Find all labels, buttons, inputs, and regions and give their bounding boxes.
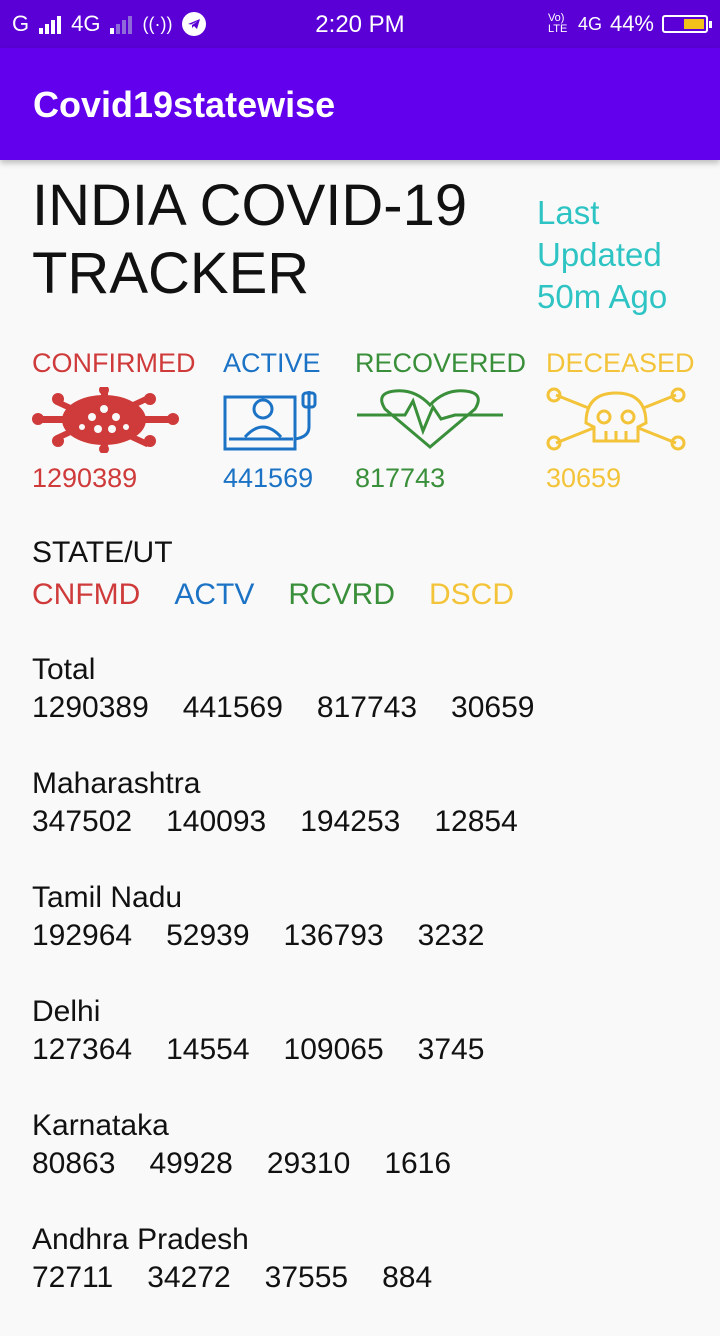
stat-active: ACTIVE 441569 — [223, 348, 323, 494]
active-count: 34272 — [147, 1261, 231, 1294]
active-count: 49928 — [149, 1147, 233, 1180]
confirmed-count: 347502 — [32, 805, 133, 838]
confirmed-count: 127364 — [32, 1033, 133, 1066]
stat-deceased-value: 30659 — [546, 463, 622, 493]
stat-recovered-value: 817743 — [355, 463, 446, 493]
state-numbers: 72711 34272 37555 884 — [32, 1258, 712, 1298]
stat-confirmed-value: 1290389 — [32, 463, 138, 493]
deceased-count: 12854 — [434, 805, 518, 838]
page-title: INDIA COVID-19 TRACKER — [32, 173, 468, 306]
confirmed-count: 80863 — [32, 1147, 116, 1180]
stat-confirmed-label: CONFIRMED — [32, 348, 196, 378]
list-item[interactable]: Total 1290389 441569 817743 30659 — [32, 652, 712, 766]
column-legend: CNFMD ACTV RCVRD DSCD — [32, 578, 514, 612]
list-item[interactable]: Maharashtra 347502 140093 194253 12854 — [32, 766, 712, 880]
status-right: Vo) LTE 4G 44% — [547, 11, 712, 37]
list-item[interactable]: Delhi 127364 14554 109065 3745 — [32, 994, 712, 1108]
deceased-count: 884 — [382, 1261, 433, 1294]
battery-percent: 44% — [609, 11, 654, 36]
stat-recovered-label: RECOVERED — [355, 348, 527, 378]
active-count: 14554 — [166, 1033, 250, 1066]
state-ut-heading: STATE/UT — [32, 536, 173, 569]
deceased-count: 3232 — [417, 919, 485, 952]
deceased-count: 3745 — [417, 1033, 485, 1066]
recovered-count: 817743 — [316, 691, 418, 724]
network-label-right: 4G — [577, 13, 602, 34]
legend-recovered: RCVRD — [288, 578, 395, 611]
active-count: 52939 — [166, 919, 250, 952]
stat-active-value: 441569 — [223, 463, 314, 493]
stat-active-label: ACTIVE — [223, 348, 321, 378]
stat-recovered: RECOVERED 817743 — [355, 348, 526, 494]
app-title: Covid19statewise — [33, 84, 336, 125]
stat-confirmed: CONFIRMED 1290389 — [32, 348, 196, 494]
last-updated-label: Last Updated 50m Ago — [537, 194, 668, 315]
list-item[interactable]: Karnataka 80863 49928 29310 1616 — [32, 1108, 712, 1222]
status-bar: G 4G ((·)) 2:20 PM Vo) LTE 4G 44% — [0, 0, 720, 48]
state-name: Karnataka — [32, 1109, 169, 1142]
deceased-count: 30659 — [451, 691, 535, 724]
confirmed-count: 72711 — [32, 1261, 114, 1294]
recovered-count: 29310 — [266, 1147, 351, 1180]
state-name: Maharashtra — [32, 767, 201, 800]
legend-deceased: DSCD — [429, 578, 515, 611]
stat-deceased-label: DECEASED — [546, 348, 695, 378]
active-count: 140093 — [166, 805, 267, 838]
battery-icon — [662, 15, 712, 33]
active-count: 441569 — [182, 691, 283, 724]
state-list[interactable]: Total 1290389 441569 817743 30659 Mahara… — [32, 652, 712, 1336]
state-name: Tamil Nadu — [32, 881, 183, 914]
state-numbers: 1290389 441569 817743 30659 — [32, 688, 712, 728]
state-name: Total — [32, 653, 96, 686]
recovered-count: 37555 — [264, 1261, 349, 1294]
skull-icon — [546, 387, 695, 453]
legend-confirmed: CNFMD — [32, 578, 141, 611]
state-numbers: 192964 52939 136793 3232 — [32, 916, 712, 956]
stat-deceased: DECEASED 30659 — [546, 348, 695, 494]
legend-active: ACTV — [174, 578, 255, 611]
hospital-bed-icon — [223, 387, 323, 453]
confirmed-count: 1290389 — [32, 691, 149, 724]
state-numbers: 347502 140093 194253 12854 — [32, 802, 712, 842]
deceased-count: 1616 — [384, 1147, 452, 1180]
state-name: Andhra Pradesh — [32, 1223, 249, 1256]
recovered-count: 136793 — [283, 919, 384, 952]
state-numbers: 127364 14554 109065 3745 — [32, 1030, 712, 1070]
recovered-count: 194253 — [300, 805, 401, 838]
app-bar: Covid19statewise — [0, 48, 720, 160]
recovered-count: 109065 — [283, 1033, 384, 1066]
heartbeat-icon — [355, 387, 526, 453]
state-name: Delhi — [32, 995, 101, 1028]
confirmed-count: 192964 — [32, 919, 133, 952]
state-numbers: 80863 49928 29310 1616 — [32, 1144, 712, 1184]
list-item[interactable]: Tamil Nadu 192964 52939 136793 3232 — [32, 880, 712, 994]
list-item[interactable]: Andhra Pradesh 72711 34272 37555 884 — [32, 1222, 712, 1336]
volte-label: Vo) LTE — [547, 12, 568, 35]
virus-icon — [32, 385, 196, 454]
